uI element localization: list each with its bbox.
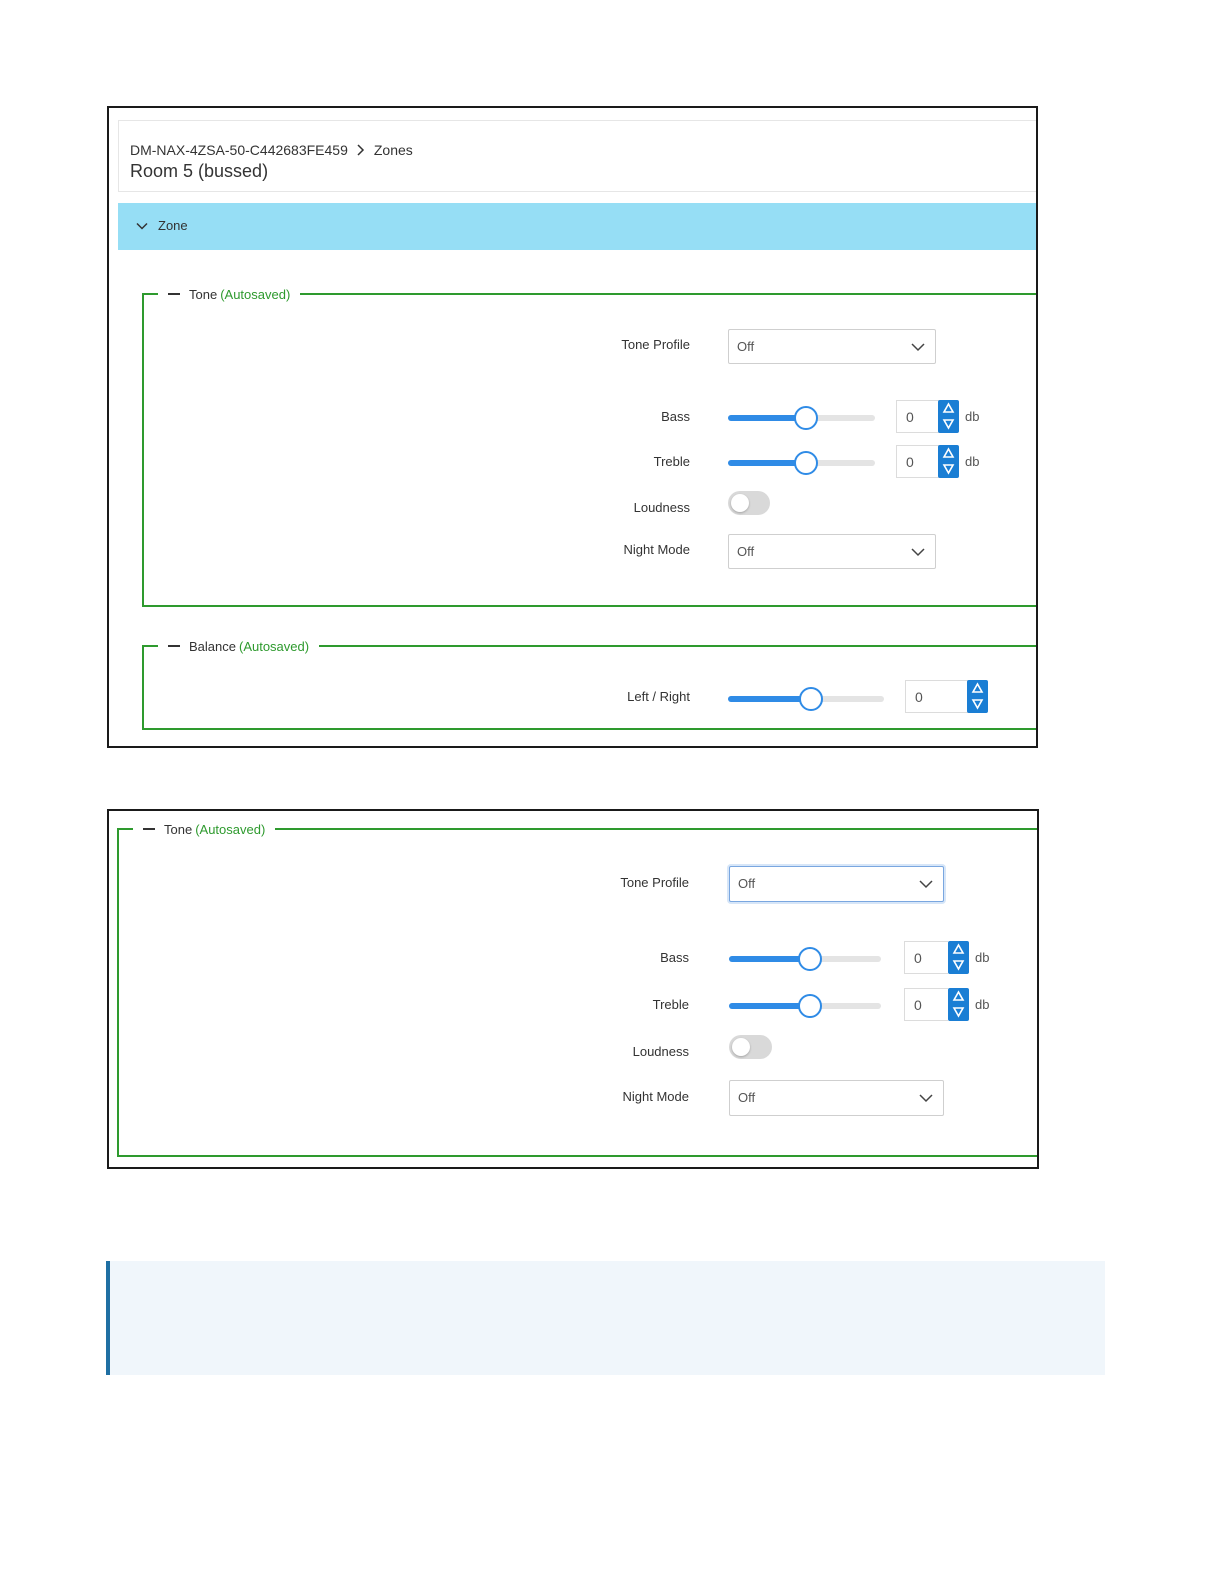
collapse-dash-icon[interactable] — [168, 645, 180, 647]
decrement-icon[interactable] — [952, 1005, 965, 1018]
increment-icon[interactable] — [952, 990, 965, 1003]
night-mode-select[interactable]: Off — [729, 1080, 944, 1116]
bass-spinner[interactable]: 0 — [896, 400, 959, 433]
bass-slider[interactable] — [729, 947, 881, 971]
treble-slider-thumb[interactable] — [793, 451, 818, 475]
treble-spinner[interactable]: 0 — [896, 445, 959, 478]
zone-section-label: Zone — [158, 218, 188, 233]
treble-slider[interactable] — [729, 994, 881, 1018]
collapse-dash-icon[interactable] — [143, 828, 155, 830]
breadcrumb-zones-link[interactable]: Zones — [374, 142, 413, 158]
breadcrumb-device-link[interactable]: DM-NAX-4ZSA-50-C442683FE459 — [130, 142, 348, 158]
loudness-label: Loudness — [632, 1044, 689, 1059]
note-callout — [106, 1261, 1105, 1375]
balance-slider[interactable] — [728, 687, 884, 711]
treble-spinner[interactable]: 0 — [904, 988, 969, 1021]
night-mode-label: Night Mode — [623, 542, 690, 557]
screenshot-tone-settings: Tone (Autosaved) Tone Profile Off Bass 0… — [107, 809, 1039, 1169]
bass-slider[interactable] — [728, 406, 875, 430]
loudness-toggle[interactable] — [728, 491, 770, 515]
autosaved-label: (Autosaved) — [238, 638, 310, 654]
zone-section-header[interactable]: Zone — [118, 203, 1036, 250]
tone-group-legend: Tone (Autosaved) — [133, 820, 276, 838]
treble-unit: db — [965, 454, 980, 469]
tone-profile-label: Tone Profile — [620, 875, 689, 890]
chevron-down-icon — [911, 343, 925, 352]
bass-label: Bass — [661, 409, 690, 424]
bass-slider-thumb[interactable] — [797, 947, 822, 971]
collapse-dash-icon[interactable] — [168, 293, 180, 295]
loudness-label: Loudness — [633, 500, 690, 515]
decrement-icon[interactable] — [971, 697, 984, 710]
increment-icon[interactable] — [942, 447, 955, 460]
page-title: Room 5 (bussed) — [130, 161, 269, 181]
autosaved-label: (Autosaved) — [220, 286, 291, 302]
treble-slider-thumb[interactable] — [797, 994, 822, 1018]
treble-slider[interactable] — [728, 451, 875, 475]
bass-slider-thumb[interactable] — [793, 406, 818, 430]
treble-label: Treble — [653, 454, 690, 469]
balance-group: Balance (Autosaved) — [142, 637, 1036, 730]
screenshot-zone-settings: DM-NAX-4ZSA-50-C442683FE459 Zones Room 5… — [107, 106, 1038, 748]
chevron-down-icon — [919, 1094, 933, 1103]
increment-icon[interactable] — [942, 402, 955, 415]
chevron-right-icon — [357, 144, 364, 156]
autosaved-label: (Autosaved) — [195, 821, 266, 837]
night-mode-label: Night Mode — [622, 1089, 689, 1104]
chevron-down-icon — [919, 880, 933, 889]
chevron-down-icon — [911, 548, 925, 557]
balance-group-legend: Balance (Autosaved) — [158, 637, 320, 655]
tone-profile-select[interactable]: Off — [729, 866, 944, 902]
page-header: DM-NAX-4ZSA-50-C442683FE459 Zones Room 5… — [118, 120, 1036, 192]
treble-unit: db — [975, 997, 990, 1012]
bass-spinner[interactable]: 0 — [904, 941, 969, 974]
treble-label: Treble — [652, 997, 689, 1012]
decrement-icon[interactable] — [942, 462, 955, 475]
loudness-toggle[interactable] — [729, 1035, 772, 1059]
tone-group-legend: Tone (Autosaved) — [158, 285, 301, 303]
tone-profile-label: Tone Profile — [621, 337, 690, 352]
increment-icon[interactable] — [952, 943, 965, 956]
decrement-icon[interactable] — [942, 417, 955, 430]
breadcrumb: DM-NAX-4ZSA-50-C442683FE459 Zones — [130, 142, 413, 158]
night-mode-select[interactable]: Off — [728, 534, 936, 569]
bass-unit: db — [965, 409, 980, 424]
tone-profile-select[interactable]: Off — [728, 329, 936, 364]
balance-spinner[interactable]: 0 — [905, 680, 988, 713]
chevron-down-icon — [136, 222, 148, 230]
left-right-label: Left / Right — [627, 689, 690, 704]
balance-slider-thumb[interactable] — [798, 687, 823, 711]
bass-label: Bass — [660, 950, 689, 965]
decrement-icon[interactable] — [952, 958, 965, 971]
bass-unit: db — [975, 950, 990, 965]
increment-icon[interactable] — [971, 682, 984, 695]
